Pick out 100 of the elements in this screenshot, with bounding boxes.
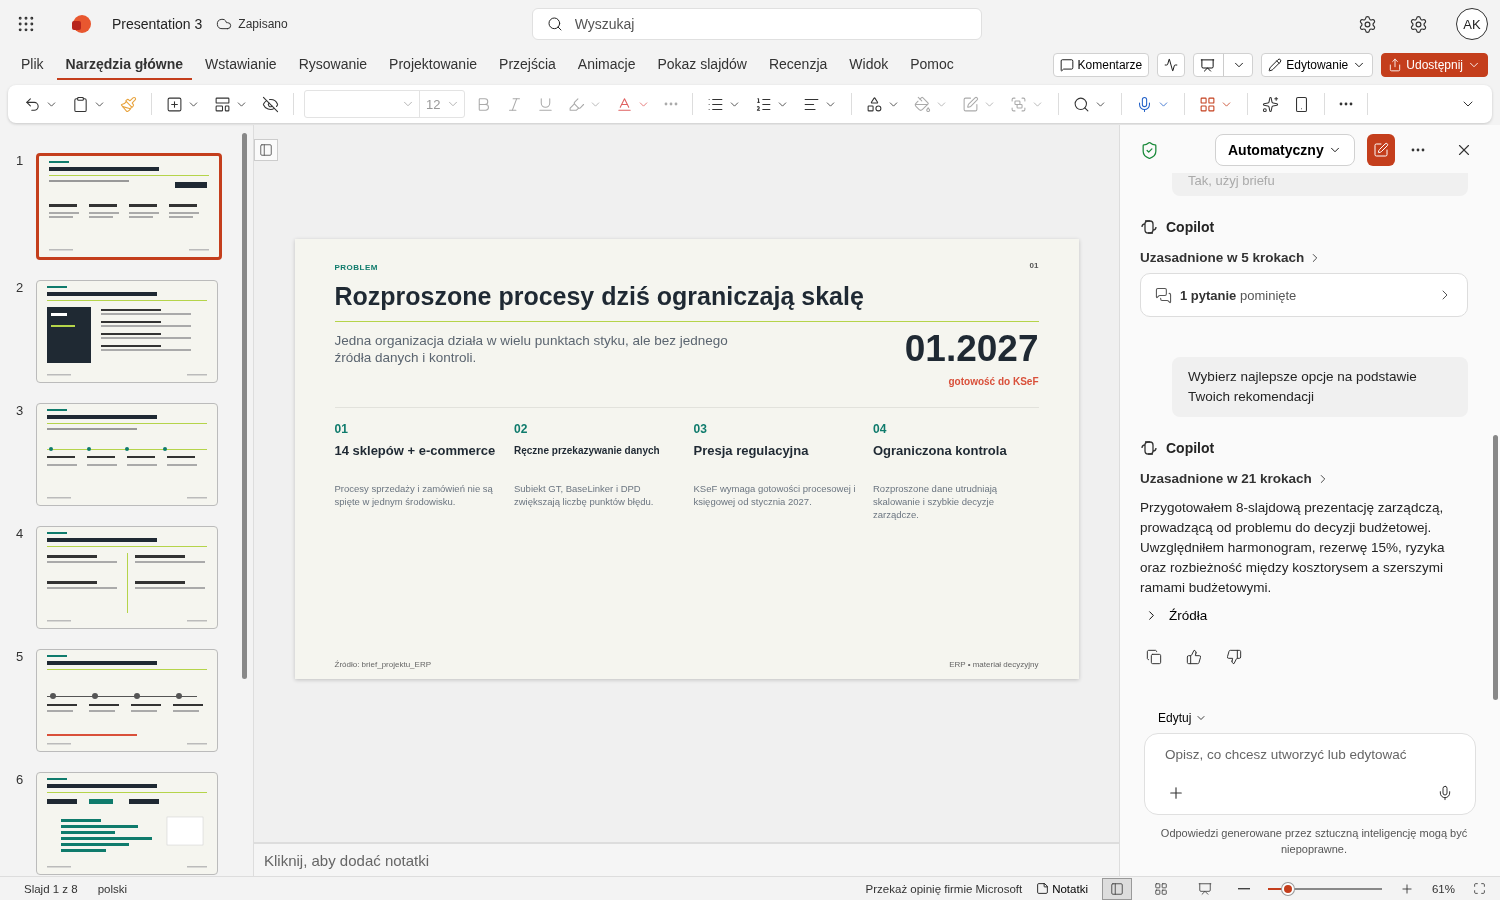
edit-mode-dropdown[interactable]: Edytuj: [1158, 711, 1208, 725]
column-number: 01: [334, 421, 349, 436]
underline-icon: [537, 95, 555, 113]
search-icon: [1073, 95, 1091, 113]
document-title[interactable]: Presentation 3: [112, 16, 203, 32]
comment-icon: [1059, 58, 1074, 72]
hide-slide-icon: [262, 95, 279, 113]
settings-icon: [1409, 14, 1428, 34]
column-number: 03: [693, 421, 708, 436]
search-icon: [546, 16, 563, 32]
menu-tab[interactable]: Wstawianie: [196, 50, 286, 80]
slide-number: 2: [16, 280, 25, 297]
slide-number: 5: [16, 649, 25, 666]
clipboard-icon: [72, 95, 89, 113]
menu-tab[interactable]: Rysowanie: [289, 50, 377, 80]
presentation-icon: [1200, 57, 1216, 73]
plus-icon: [1399, 881, 1414, 896]
zoom-thumb[interactable]: [1282, 882, 1295, 895]
copilot-icon: [1140, 218, 1158, 236]
search-field[interactable]: Wyszukaj: [572, 15, 967, 33]
language[interactable]: polski: [97, 882, 128, 895]
comments-button[interactable]: Komentarze: [1052, 53, 1150, 77]
save-status: Zapisano: [238, 17, 288, 31]
slide-title: Rozproszone procesy dziś ograniczają skalę: [334, 281, 1039, 322]
feedback-link[interactable]: Przekaż opinię firmie Microsoft: [865, 882, 1023, 895]
slide-thumbnail[interactable]: [36, 649, 218, 752]
slide-thumbnail[interactable]: [36, 772, 218, 875]
numbered-list-icon: [755, 95, 773, 113]
menu-tab[interactable]: Pokaz slajdów: [648, 50, 756, 80]
layout-icon: [214, 95, 231, 113]
editing-mode-button[interactable]: Edytowanie: [1261, 53, 1374, 77]
menu-tab[interactable]: Przejścia: [490, 50, 565, 80]
highlighter-icon: [568, 95, 586, 113]
grid-icon: [1153, 881, 1168, 896]
more-icon: [1410, 148, 1425, 152]
column-title: Ręczne przekazywanie danych: [514, 443, 661, 458]
menu-tab[interactable]: Narzędzia główne: [56, 50, 193, 80]
scrollbar[interactable]: [1493, 435, 1498, 700]
reasoning-link[interactable]: Uzasadnione w 21 krokach: [1140, 471, 1468, 486]
new-chat-button[interactable]: [1366, 134, 1395, 166]
panel-toggle-button[interactable]: [254, 139, 278, 161]
fill-icon: [914, 95, 932, 113]
format-painter-icon: [120, 95, 137, 113]
slide-label: PROBLEM: [334, 262, 378, 272]
undo-icon: [24, 95, 41, 113]
slide-info: Slajd 1 z 8: [24, 882, 78, 895]
present-button[interactable]: [1193, 53, 1254, 77]
add-ins-icon: [1199, 95, 1217, 113]
author-name: Copilot: [1166, 219, 1215, 235]
menu-tab[interactable]: Pomoc: [901, 50, 963, 80]
slide-thumbnail[interactable]: [36, 280, 218, 383]
user-avatar[interactable]: AK: [1456, 8, 1488, 40]
card-text: 1 pytanie pominięte: [1180, 287, 1298, 303]
copy-icon: [1146, 649, 1162, 665]
pencil-icon: [1268, 58, 1283, 72]
copilot-icon: [1140, 439, 1158, 457]
user-message: Wybierz najlepsze opcje na podstawie Twoich rekomendacji: [1172, 357, 1468, 417]
share-button[interactable]: Udostępnij: [1381, 53, 1488, 77]
column-number: 04: [873, 421, 888, 436]
slide-footer: ERP • materiał decyzyjny: [949, 659, 1039, 669]
shield-check-icon: [1140, 140, 1159, 160]
column-title: 14 sklepów + e-commerce: [334, 441, 497, 460]
more-icon: [1339, 102, 1354, 106]
prompt-field[interactable]: Opisz, co chcesz utworzyć lub edytować: [1163, 746, 1457, 763]
app-logo-icon: [70, 13, 92, 35]
thumbs-up-icon: [1186, 649, 1202, 665]
menu-tab[interactable]: Animacje: [568, 50, 645, 80]
menu-tab[interactable]: Widok: [840, 50, 898, 80]
menu-tab[interactable]: Projektowanie: [380, 50, 487, 80]
more-icon: [664, 102, 679, 106]
slide-subtitle: Jedna organizacja działa w wielu punktach styku, ale bez jednego źródła danych i kontroli.: [334, 331, 729, 366]
notes-field[interactable]: Kliknij, aby dodać notatki: [254, 842, 1119, 876]
mode-dropdown[interactable]: Automatyczny: [1215, 134, 1355, 166]
note-icon: [1036, 882, 1050, 895]
slide-number: 4: [16, 526, 25, 543]
reasoning-link[interactable]: Uzasadnione w 5 krokach: [1140, 250, 1468, 265]
slide-thumbnail[interactable]: [36, 403, 218, 506]
search-box[interactable]: Wyszukaj: [531, 8, 982, 40]
menu-tab[interactable]: Recenzja: [759, 50, 837, 80]
arrange-icon: [1010, 95, 1028, 113]
column-text: Rozproszone dane utrudniają skalowanie i szybkie decyzje zarządcze.: [873, 481, 999, 521]
thumbs-down-icon: [1226, 649, 1242, 665]
slide-thumbnail[interactable]: [36, 153, 222, 260]
previous-message: Tak, użyj briefu: [1172, 173, 1468, 196]
notes-button[interactable]: Notatki: [1036, 882, 1088, 895]
activity-button[interactable]: [1157, 53, 1186, 77]
outline-icon: [962, 95, 980, 113]
normal-view-button[interactable]: [1101, 877, 1132, 900]
zoom-percent[interactable]: 61%: [1431, 882, 1455, 895]
slide-page-number: 01: [1029, 260, 1039, 270]
plus-icon: [1167, 784, 1185, 802]
share-icon: [1388, 58, 1403, 72]
answer-text: Przygotowałem 8-slajdową prezentację zarządczą, prowadzącą od problemu do decyzji budżetowej. Uwzględniłem harmonogram, rezerwę 15%, ryzyka oraz rozbieżność między kosztorysem a szerszymi ramami budżetowymi.: [1140, 499, 1446, 597]
slide-thumbnail[interactable]: [36, 526, 218, 629]
sources-toggle[interactable]: Źródła: [1140, 608, 1468, 623]
skipped-question-card[interactable]: 1 pytanie pominięte: [1140, 273, 1468, 317]
scrollbar[interactable]: [242, 133, 247, 679]
author-name: Copilot: [1166, 440, 1215, 456]
slide-footer: Źródło: brief_projektu_ERP: [334, 659, 431, 669]
menu-tab[interactable]: Plik: [12, 50, 53, 80]
